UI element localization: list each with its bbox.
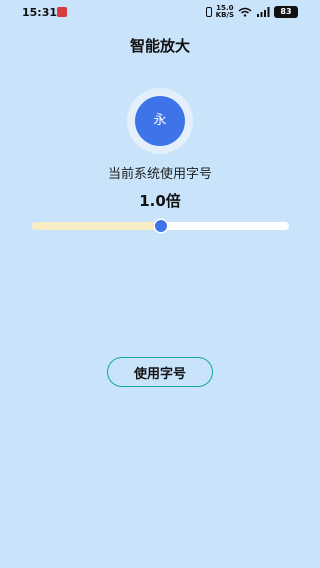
font-preview-char: 永 bbox=[135, 96, 185, 146]
slider-fill bbox=[32, 222, 161, 230]
font-size-label: 当前系统使用字号 bbox=[107, 167, 212, 182]
font-size-value: 1.0倍 bbox=[139, 192, 181, 210]
status-bar: 15:31 15.0 KB/S 83 bbox=[0, 0, 320, 26]
font-preview-ring: 永 bbox=[127, 88, 193, 154]
status-time: 15:31 bbox=[22, 6, 58, 19]
network-speed: 15.0 KB/S bbox=[216, 5, 234, 19]
signal-icon bbox=[257, 7, 270, 17]
network-speed-unit: KB/S bbox=[215, 11, 234, 19]
wifi-icon bbox=[238, 7, 252, 17]
font-size-slider[interactable] bbox=[32, 220, 289, 232]
slider-thumb[interactable] bbox=[154, 220, 167, 232]
battery-icon: 83 bbox=[274, 6, 298, 18]
vibrate-icon bbox=[205, 7, 212, 17]
apply-font-size-button[interactable]: 使用字号 bbox=[107, 357, 213, 387]
page-title: 智能放大 bbox=[129, 37, 190, 55]
notification-icon bbox=[57, 7, 67, 17]
status-icons: 15.0 KB/S 83 bbox=[205, 5, 298, 19]
